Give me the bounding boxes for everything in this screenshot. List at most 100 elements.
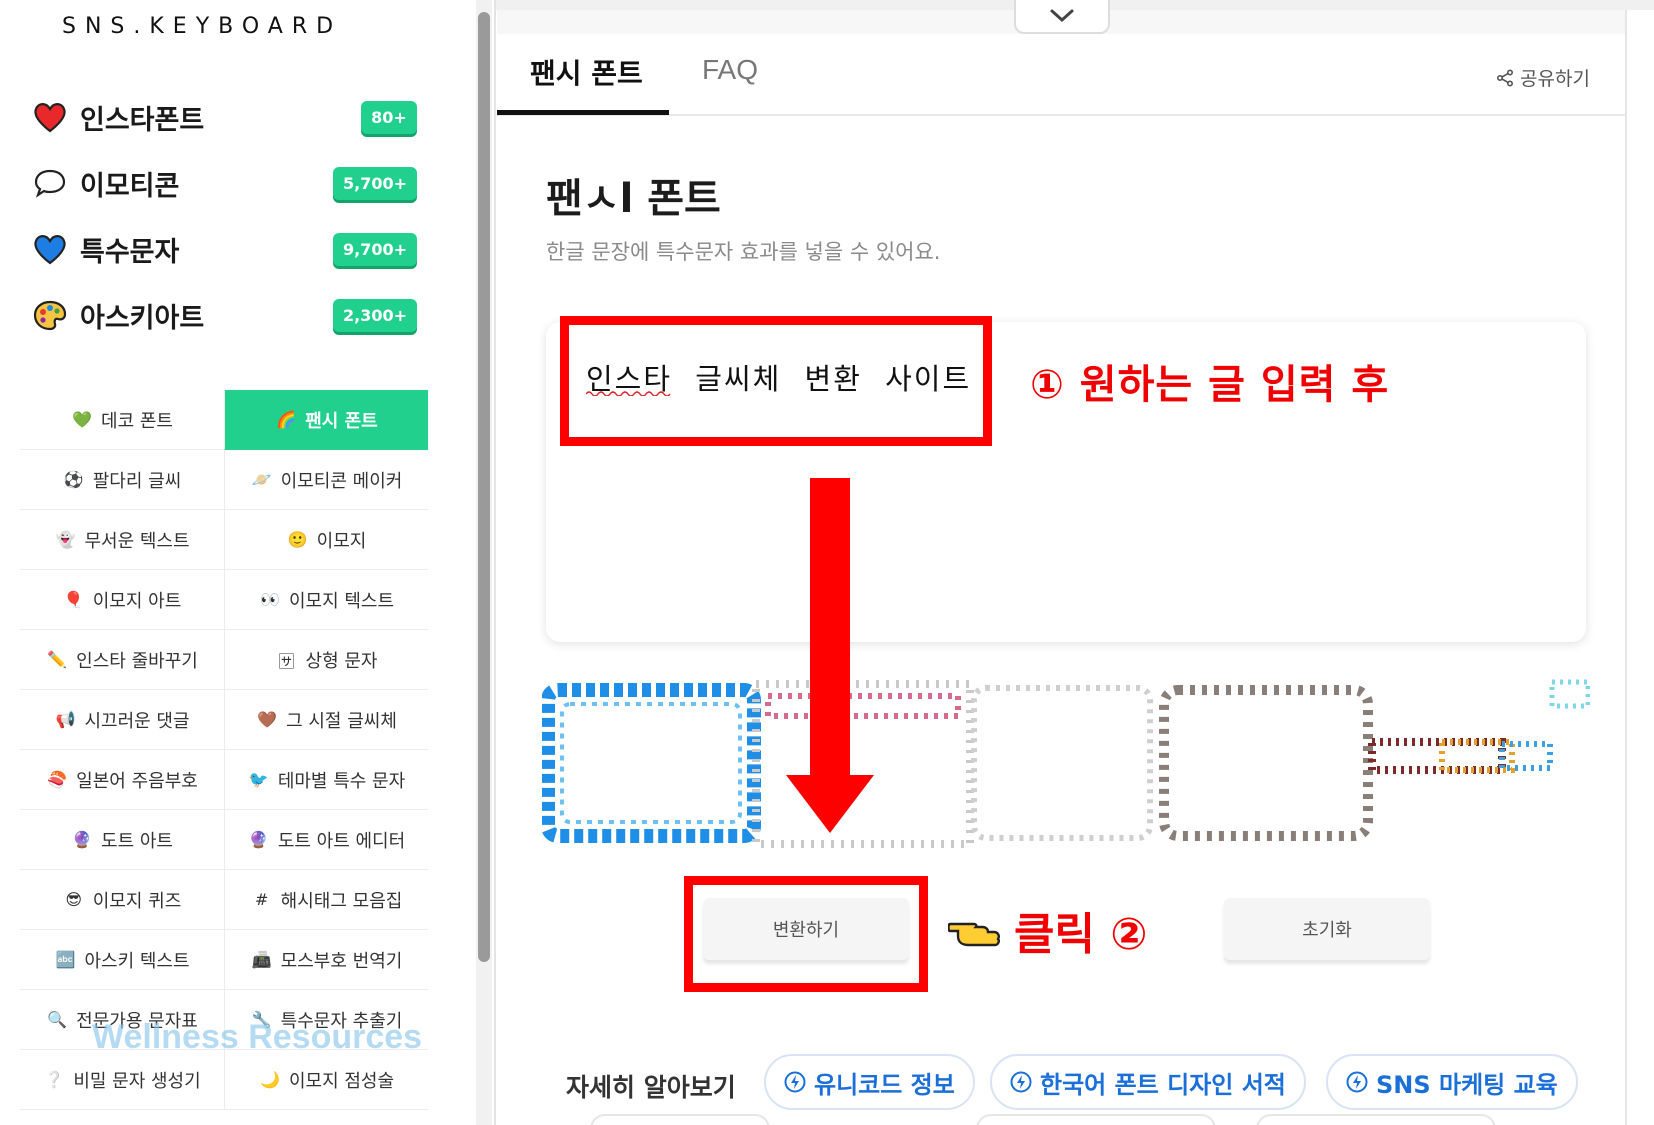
learn-more-label: 자세히 알아보기 bbox=[566, 1073, 736, 1102]
chip-korean-font-books[interactable]: 한국어 폰트 디자인 서적 bbox=[990, 1054, 1306, 1110]
sidebar-menu-item[interactable]: ⚽ 팔다리 글씨 bbox=[20, 450, 224, 510]
sidebar-menu-item[interactable]: 😎 이모지 퀴즈 bbox=[20, 870, 224, 930]
menu-item-label: 일본어 주음부호 bbox=[76, 770, 198, 792]
category-special-chars[interactable]: 특수문자 9,700+ bbox=[32, 224, 417, 274]
menu-item-label: 그 시절 글씨체 bbox=[286, 710, 397, 732]
chip-partial[interactable] bbox=[976, 1114, 1216, 1125]
menu-item-label: 테마별 특수 문자 bbox=[277, 770, 406, 792]
category-label: 이모티콘 bbox=[80, 170, 180, 202]
sidebar-menu-item[interactable]: 🔤 아스키 텍스트 bbox=[20, 930, 224, 990]
menu-item-icon: 🔍 bbox=[47, 1010, 68, 1029]
category-emoticon[interactable]: 이모티콘 5,700+ bbox=[32, 158, 417, 208]
menu-item-icon: # bbox=[254, 890, 269, 909]
sidebar-menu-item[interactable]: 🤎 그 시절 글씨체 bbox=[224, 690, 428, 750]
menu-item-icon: ⚽ bbox=[63, 470, 84, 489]
chip-label: SNS 마케팅 교육 bbox=[1376, 1070, 1558, 1099]
site-logo[interactable]: SNS.KEYBOARD bbox=[62, 14, 342, 39]
pointing-hand-icon bbox=[948, 922, 1000, 947]
chip-partial[interactable] bbox=[1256, 1114, 1496, 1125]
sidebar-menu-item[interactable]: 👀 이모지 텍스트 bbox=[224, 570, 428, 630]
menu-item-icon: 🍣 bbox=[47, 770, 68, 789]
category-label: 특수문자 bbox=[80, 236, 180, 268]
menu-item-label: 아스키 텍스트 bbox=[84, 950, 190, 972]
count-badge: 5,700+ bbox=[332, 167, 417, 200]
chip-sns-marketing[interactable]: SNS 마케팅 교육 bbox=[1326, 1054, 1578, 1110]
count-badge: 80+ bbox=[361, 101, 417, 134]
watermark: Wellness Resources bbox=[92, 1018, 423, 1056]
menu-item-icon: 💚 bbox=[72, 410, 92, 429]
menu-item-label: 팬시 폰트 bbox=[305, 410, 378, 432]
sidebar-menu-item[interactable]: 🌈 팬시 폰트 bbox=[224, 390, 428, 450]
category-label: 아스키아트 bbox=[80, 302, 205, 334]
annotation-step2: 클릭 ② bbox=[1014, 909, 1148, 960]
menu-item-icon: 🪐 bbox=[251, 470, 272, 489]
heart-blue-icon bbox=[32, 231, 68, 267]
annotation-arrow bbox=[810, 478, 850, 784]
annotation-step1: ① 원하는 글 입력 후 bbox=[1030, 362, 1390, 408]
count-badge: 2,300+ bbox=[332, 299, 417, 332]
menu-item-label: 이모지 점성술 bbox=[288, 1070, 395, 1092]
chip-label: 유니코드 정보 bbox=[814, 1070, 955, 1099]
menu-item-icon: 🈂 bbox=[278, 651, 295, 671]
menu-item-label: 이모지 텍스트 bbox=[288, 590, 395, 612]
menu-item-label: 이모티콘 메이커 bbox=[280, 470, 403, 492]
palette-icon bbox=[32, 297, 68, 333]
sidebar-menu-item[interactable]: 🪐 이모티콘 메이커 bbox=[224, 450, 428, 510]
sidebar: SNS.KEYBOARD 인스타폰트 80+ 이모티콘 5,700+ 특수문자 … bbox=[0, 0, 480, 1125]
reset-button[interactable]: 초기화 bbox=[1224, 898, 1430, 960]
sidebar-menu-item[interactable]: # 해시태그 모음집 bbox=[224, 870, 428, 930]
count-badge: 9,700+ bbox=[332, 233, 417, 266]
sidebar-menu-item[interactable]: ✏️ 인스타 줄바꾸기 bbox=[20, 630, 224, 690]
menu-item-label: 상형 문자 bbox=[305, 650, 378, 672]
sidebar-menu-item[interactable]: 🍣 일본어 주음부호 bbox=[20, 750, 224, 810]
menu-item-icon: 🔮 bbox=[72, 830, 92, 849]
menu-item-icon: 🔤 bbox=[55, 950, 76, 969]
annotation-arrow-head bbox=[786, 775, 874, 833]
menu-item-icon: ❔ bbox=[44, 1070, 65, 1089]
sidebar-scrollbar-thumb[interactable] bbox=[478, 12, 490, 962]
tab-fancy-font[interactable]: 팬시 폰트 bbox=[530, 52, 643, 92]
sidebar-menu-item[interactable]: 💚 데코 폰트 bbox=[20, 390, 224, 450]
menu-item-icon: 🙂 bbox=[287, 530, 308, 549]
sidebar-menu-item[interactable]: 🐦 테마별 특수 문자 bbox=[224, 750, 428, 810]
sidebar-menu-item[interactable]: 🔮 도트 아트 bbox=[20, 810, 224, 870]
menu-item-icon: 📠 bbox=[251, 950, 272, 969]
sidebar-menu-item[interactable]: 🌙 이모지 점성술 bbox=[224, 1050, 428, 1110]
category-insta-font[interactable]: 인스타폰트 80+ bbox=[32, 92, 417, 142]
menu-item-icon: 👻 bbox=[55, 530, 76, 549]
menu-item-label: 데코 폰트 bbox=[101, 410, 173, 432]
sidebar-menu-item[interactable]: 🔮 도트 아트 에디터 bbox=[224, 810, 428, 870]
bolt-icon bbox=[784, 1071, 806, 1093]
sidebar-menu-item[interactable]: 📠 모스부호 번역기 bbox=[224, 930, 428, 990]
active-tab-indicator bbox=[497, 110, 669, 115]
sidebar-menu-item[interactable]: 🎈 이모지 아트 bbox=[20, 570, 224, 630]
menu-item-icon: 🎈 bbox=[63, 590, 84, 609]
menu-item-label: 시끄러운 댓글 bbox=[84, 710, 190, 732]
menu-item-label: 모스부호 번역기 bbox=[280, 950, 403, 972]
menu-item-label: 이모지 bbox=[316, 530, 367, 552]
fancy-frame-strip bbox=[542, 679, 1590, 848]
chip-label: 한국어 폰트 디자인 서적 bbox=[1040, 1070, 1286, 1099]
sidebar-menu-item[interactable]: ❔ 비밀 문자 생성기 bbox=[20, 1050, 224, 1110]
share-button[interactable]: 공유하기 bbox=[1496, 64, 1590, 91]
menu-item-label: 무서운 텍스트 bbox=[84, 530, 190, 552]
sidebar-menu-item[interactable]: 🈂 상형 문자 bbox=[224, 630, 428, 690]
menu-item-icon: 😎 bbox=[65, 890, 83, 909]
sidebar-menu-item[interactable]: 👻 무서운 텍스트 bbox=[20, 510, 224, 570]
chip-unicode-info[interactable]: 유니코드 정보 bbox=[764, 1054, 975, 1110]
share-label: 공유하기 bbox=[1520, 68, 1590, 90]
chip-partial[interactable] bbox=[590, 1114, 770, 1125]
annotation-box-convert bbox=[684, 876, 928, 992]
collapse-toggle[interactable] bbox=[1014, 0, 1110, 34]
menu-item-icon: 🔮 bbox=[248, 830, 269, 849]
menu-item-label: 도트 아트 에디터 bbox=[277, 830, 406, 852]
page-subtitle: 한글 문장에 특수문자 효과를 넣을 수 있어요. bbox=[546, 240, 941, 264]
sidebar-menu-item[interactable]: 📢 시끄러운 댓글 bbox=[20, 690, 224, 750]
menu-item-label: 팔다리 글씨 bbox=[92, 470, 182, 492]
panel-divider bbox=[494, 0, 496, 1125]
menu-item-icon: 🐦 bbox=[248, 770, 269, 789]
sidebar-menu-item[interactable]: 🙂 이모지 bbox=[224, 510, 428, 570]
tab-faq[interactable]: FAQ bbox=[702, 54, 758, 86]
tab-bar bbox=[497, 34, 1625, 116]
category-ascii-art[interactable]: 아스키아트 2,300+ bbox=[32, 290, 417, 340]
